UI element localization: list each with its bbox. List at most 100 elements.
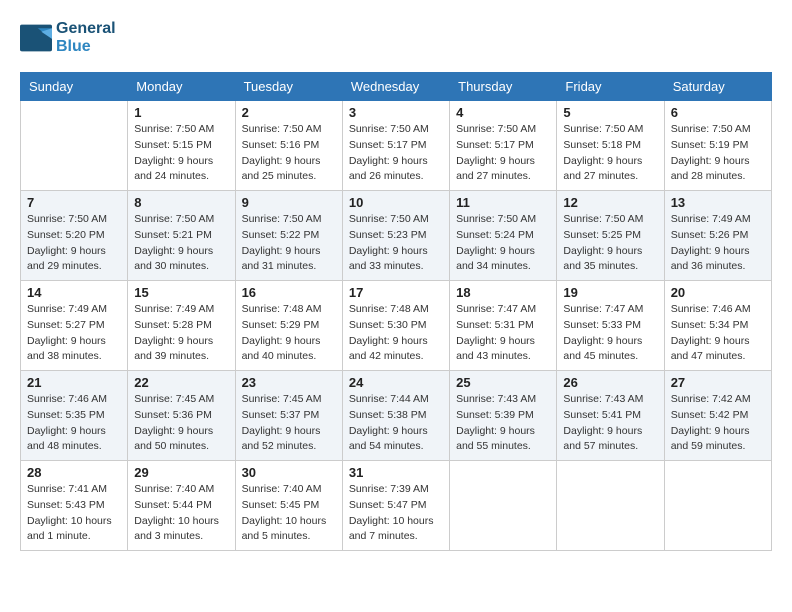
header: General Blue bbox=[20, 20, 772, 56]
day-number: 21 bbox=[27, 375, 121, 390]
calendar-cell: 11 Sunrise: 7:50 AMSunset: 5:24 PMDaylig… bbox=[450, 191, 557, 281]
day-number: 26 bbox=[563, 375, 657, 390]
weekday-header-monday: Monday bbox=[128, 73, 235, 101]
calendar-cell bbox=[450, 461, 557, 551]
day-info: Sunrise: 7:42 AMSunset: 5:42 PMDaylight:… bbox=[671, 392, 765, 455]
page-container: General Blue SundayMondayTuesdayWednesda… bbox=[20, 20, 772, 551]
calendar-week-row: 28 Sunrise: 7:41 AMSunset: 5:43 PMDaylig… bbox=[21, 461, 772, 551]
day-number: 18 bbox=[456, 285, 550, 300]
day-info: Sunrise: 7:43 AMSunset: 5:41 PMDaylight:… bbox=[563, 392, 657, 455]
calendar-cell bbox=[557, 461, 664, 551]
day-info: Sunrise: 7:40 AMSunset: 5:44 PMDaylight:… bbox=[134, 482, 228, 545]
logo-text: General Blue bbox=[56, 20, 116, 56]
day-info: Sunrise: 7:39 AMSunset: 5:47 PMDaylight:… bbox=[349, 482, 443, 545]
calendar-cell: 26 Sunrise: 7:43 AMSunset: 5:41 PMDaylig… bbox=[557, 371, 664, 461]
day-number: 11 bbox=[456, 195, 550, 210]
day-info: Sunrise: 7:46 AMSunset: 5:35 PMDaylight:… bbox=[27, 392, 121, 455]
logo-icon bbox=[20, 24, 52, 52]
calendar-cell: 21 Sunrise: 7:46 AMSunset: 5:35 PMDaylig… bbox=[21, 371, 128, 461]
day-info: Sunrise: 7:50 AMSunset: 5:17 PMDaylight:… bbox=[349, 122, 443, 185]
day-number: 29 bbox=[134, 465, 228, 480]
calendar-cell: 14 Sunrise: 7:49 AMSunset: 5:27 PMDaylig… bbox=[21, 281, 128, 371]
day-number: 20 bbox=[671, 285, 765, 300]
calendar-cell: 17 Sunrise: 7:48 AMSunset: 5:30 PMDaylig… bbox=[342, 281, 449, 371]
calendar-cell: 12 Sunrise: 7:50 AMSunset: 5:25 PMDaylig… bbox=[557, 191, 664, 281]
calendar-cell: 27 Sunrise: 7:42 AMSunset: 5:42 PMDaylig… bbox=[664, 371, 771, 461]
weekday-header-sunday: Sunday bbox=[21, 73, 128, 101]
day-number: 4 bbox=[456, 105, 550, 120]
calendar-cell bbox=[21, 101, 128, 191]
day-info: Sunrise: 7:44 AMSunset: 5:38 PMDaylight:… bbox=[349, 392, 443, 455]
day-number: 25 bbox=[456, 375, 550, 390]
calendar-cell: 19 Sunrise: 7:47 AMSunset: 5:33 PMDaylig… bbox=[557, 281, 664, 371]
day-number: 17 bbox=[349, 285, 443, 300]
day-number: 14 bbox=[27, 285, 121, 300]
calendar-cell: 20 Sunrise: 7:46 AMSunset: 5:34 PMDaylig… bbox=[664, 281, 771, 371]
day-number: 16 bbox=[242, 285, 336, 300]
day-number: 7 bbox=[27, 195, 121, 210]
calendar-cell: 31 Sunrise: 7:39 AMSunset: 5:47 PMDaylig… bbox=[342, 461, 449, 551]
calendar-cell: 18 Sunrise: 7:47 AMSunset: 5:31 PMDaylig… bbox=[450, 281, 557, 371]
logo: General Blue bbox=[20, 20, 116, 56]
day-info: Sunrise: 7:46 AMSunset: 5:34 PMDaylight:… bbox=[671, 302, 765, 365]
weekday-header-thursday: Thursday bbox=[450, 73, 557, 101]
calendar-cell: 28 Sunrise: 7:41 AMSunset: 5:43 PMDaylig… bbox=[21, 461, 128, 551]
day-info: Sunrise: 7:50 AMSunset: 5:24 PMDaylight:… bbox=[456, 212, 550, 275]
weekday-header-wednesday: Wednesday bbox=[342, 73, 449, 101]
day-info: Sunrise: 7:50 AMSunset: 5:23 PMDaylight:… bbox=[349, 212, 443, 275]
weekday-header-saturday: Saturday bbox=[664, 73, 771, 101]
calendar-cell: 30 Sunrise: 7:40 AMSunset: 5:45 PMDaylig… bbox=[235, 461, 342, 551]
day-number: 13 bbox=[671, 195, 765, 210]
day-number: 3 bbox=[349, 105, 443, 120]
calendar-week-row: 21 Sunrise: 7:46 AMSunset: 5:35 PMDaylig… bbox=[21, 371, 772, 461]
day-number: 5 bbox=[563, 105, 657, 120]
day-info: Sunrise: 7:40 AMSunset: 5:45 PMDaylight:… bbox=[242, 482, 336, 545]
day-info: Sunrise: 7:48 AMSunset: 5:30 PMDaylight:… bbox=[349, 302, 443, 365]
day-info: Sunrise: 7:50 AMSunset: 5:20 PMDaylight:… bbox=[27, 212, 121, 275]
day-number: 6 bbox=[671, 105, 765, 120]
day-info: Sunrise: 7:41 AMSunset: 5:43 PMDaylight:… bbox=[27, 482, 121, 545]
day-info: Sunrise: 7:45 AMSunset: 5:36 PMDaylight:… bbox=[134, 392, 228, 455]
calendar-week-row: 14 Sunrise: 7:49 AMSunset: 5:27 PMDaylig… bbox=[21, 281, 772, 371]
day-info: Sunrise: 7:47 AMSunset: 5:31 PMDaylight:… bbox=[456, 302, 550, 365]
day-info: Sunrise: 7:45 AMSunset: 5:37 PMDaylight:… bbox=[242, 392, 336, 455]
calendar-cell: 3 Sunrise: 7:50 AMSunset: 5:17 PMDayligh… bbox=[342, 101, 449, 191]
calendar-cell: 16 Sunrise: 7:48 AMSunset: 5:29 PMDaylig… bbox=[235, 281, 342, 371]
day-info: Sunrise: 7:49 AMSunset: 5:28 PMDaylight:… bbox=[134, 302, 228, 365]
calendar-cell: 23 Sunrise: 7:45 AMSunset: 5:37 PMDaylig… bbox=[235, 371, 342, 461]
calendar-cell: 25 Sunrise: 7:43 AMSunset: 5:39 PMDaylig… bbox=[450, 371, 557, 461]
day-info: Sunrise: 7:49 AMSunset: 5:26 PMDaylight:… bbox=[671, 212, 765, 275]
day-info: Sunrise: 7:50 AMSunset: 5:22 PMDaylight:… bbox=[242, 212, 336, 275]
calendar-cell bbox=[664, 461, 771, 551]
calendar-cell: 24 Sunrise: 7:44 AMSunset: 5:38 PMDaylig… bbox=[342, 371, 449, 461]
day-number: 12 bbox=[563, 195, 657, 210]
calendar-cell: 29 Sunrise: 7:40 AMSunset: 5:44 PMDaylig… bbox=[128, 461, 235, 551]
weekday-header-friday: Friday bbox=[557, 73, 664, 101]
day-number: 1 bbox=[134, 105, 228, 120]
day-info: Sunrise: 7:50 AMSunset: 5:15 PMDaylight:… bbox=[134, 122, 228, 185]
day-number: 24 bbox=[349, 375, 443, 390]
day-number: 22 bbox=[134, 375, 228, 390]
day-info: Sunrise: 7:43 AMSunset: 5:39 PMDaylight:… bbox=[456, 392, 550, 455]
calendar-week-row: 1 Sunrise: 7:50 AMSunset: 5:15 PMDayligh… bbox=[21, 101, 772, 191]
calendar-cell: 13 Sunrise: 7:49 AMSunset: 5:26 PMDaylig… bbox=[664, 191, 771, 281]
calendar-cell: 6 Sunrise: 7:50 AMSunset: 5:19 PMDayligh… bbox=[664, 101, 771, 191]
calendar-cell: 10 Sunrise: 7:50 AMSunset: 5:23 PMDaylig… bbox=[342, 191, 449, 281]
calendar-week-row: 7 Sunrise: 7:50 AMSunset: 5:20 PMDayligh… bbox=[21, 191, 772, 281]
calendar-cell: 2 Sunrise: 7:50 AMSunset: 5:16 PMDayligh… bbox=[235, 101, 342, 191]
calendar-cell: 9 Sunrise: 7:50 AMSunset: 5:22 PMDayligh… bbox=[235, 191, 342, 281]
day-info: Sunrise: 7:47 AMSunset: 5:33 PMDaylight:… bbox=[563, 302, 657, 365]
weekday-header-tuesday: Tuesday bbox=[235, 73, 342, 101]
day-number: 9 bbox=[242, 195, 336, 210]
calendar-table: SundayMondayTuesdayWednesdayThursdayFrid… bbox=[20, 72, 772, 551]
day-number: 23 bbox=[242, 375, 336, 390]
day-info: Sunrise: 7:50 AMSunset: 5:25 PMDaylight:… bbox=[563, 212, 657, 275]
calendar-cell: 7 Sunrise: 7:50 AMSunset: 5:20 PMDayligh… bbox=[21, 191, 128, 281]
day-number: 15 bbox=[134, 285, 228, 300]
calendar-cell: 15 Sunrise: 7:49 AMSunset: 5:28 PMDaylig… bbox=[128, 281, 235, 371]
day-info: Sunrise: 7:50 AMSunset: 5:18 PMDaylight:… bbox=[563, 122, 657, 185]
day-number: 28 bbox=[27, 465, 121, 480]
day-info: Sunrise: 7:50 AMSunset: 5:19 PMDaylight:… bbox=[671, 122, 765, 185]
day-number: 10 bbox=[349, 195, 443, 210]
day-info: Sunrise: 7:50 AMSunset: 5:17 PMDaylight:… bbox=[456, 122, 550, 185]
